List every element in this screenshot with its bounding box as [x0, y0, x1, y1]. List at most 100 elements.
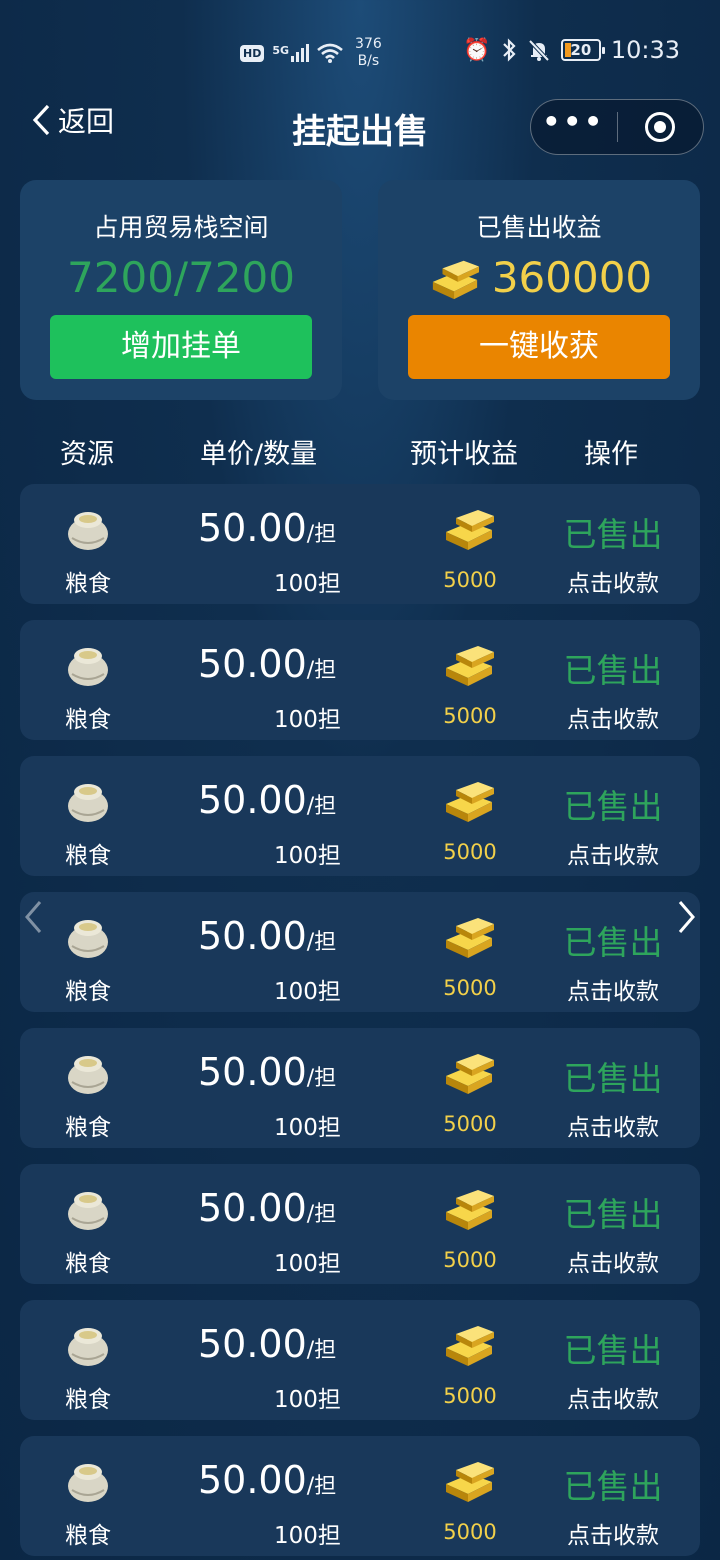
- grain-sack-icon: [68, 648, 108, 686]
- header-earnings: 预计收益: [410, 439, 518, 470]
- sold-status: 已售出: [563, 515, 663, 554]
- unit-price-unit: /担: [306, 1474, 337, 1499]
- gold-ingot-icon: [446, 782, 494, 822]
- signal-icon: 5G: [272, 44, 310, 62]
- expected-earnings: 5000: [443, 568, 497, 592]
- quantity: 100担: [274, 1251, 341, 1277]
- grain-sack-icon: [68, 1192, 108, 1230]
- wifi-icon: [317, 43, 343, 63]
- unit-price-unit: /担: [306, 658, 337, 683]
- unit-price-value: 50.00: [198, 506, 307, 550]
- gold-ingot-icon: [446, 1326, 494, 1366]
- unit-price: 50.00/担: [198, 1050, 336, 1094]
- unit-price: 50.00/担: [198, 506, 336, 550]
- unit-price-value: 50.00: [198, 914, 307, 958]
- grain-sack-icon: [68, 784, 108, 822]
- table-row: 粮食 50.00/担 100担 5000 已售出 点击收款: [20, 756, 700, 876]
- clock: 10:33: [610, 36, 680, 64]
- unit-price-value: 50.00: [198, 1458, 307, 1502]
- sold-earnings-title: 已售出收益: [476, 213, 602, 242]
- grain-sack-icon: [68, 920, 108, 958]
- sold-earnings-value-row: 360000: [378, 252, 700, 304]
- collect-payment-button[interactable]: 点击收款: [550, 700, 676, 734]
- quantity: 100担: [274, 843, 341, 869]
- resource-name: 粮食: [65, 979, 111, 1005]
- trade-space-value: 7200/7200: [67, 253, 295, 302]
- collect-payment-button[interactable]: 点击收款: [550, 972, 676, 1006]
- quantity: 100担: [274, 1115, 341, 1141]
- gold-ingot-icon: [446, 1054, 494, 1094]
- sold-status: 已售出: [563, 1467, 663, 1506]
- bluetooth-icon: [503, 38, 516, 62]
- expected-earnings: 5000: [443, 1384, 497, 1408]
- target-icon: [645, 112, 676, 142]
- unit-price-value: 50.00: [198, 1322, 307, 1366]
- listing-list: 粮食 50.00/担 100担 5000 已售出 点击收款 粮食 50.00/担…: [20, 484, 700, 1560]
- quantity: 100担: [274, 571, 341, 597]
- speed-value: 376: [355, 36, 382, 52]
- grain-sack-icon: [68, 1328, 108, 1366]
- resource-name: 粮食: [65, 707, 111, 733]
- unit-price-unit: /担: [306, 1066, 337, 1091]
- quantity: 100担: [274, 1523, 341, 1549]
- status-right: ⏰ 20 10:33: [463, 36, 680, 64]
- sold-status: 已售出: [563, 1331, 663, 1370]
- collect-payment-button[interactable]: 点击收款: [550, 1108, 676, 1142]
- unit-price-value: 50.00: [198, 1186, 307, 1230]
- header-action: 操作: [584, 439, 638, 470]
- unit-price: 50.00/担: [198, 778, 336, 822]
- trade-space-title: 占用贸易栈空间: [93, 213, 269, 242]
- table-row: 粮食 50.00/担 100担 5000 已售出 点击收款: [20, 1300, 700, 1420]
- expected-earnings: 5000: [443, 704, 497, 728]
- header-price-qty: 单价/数量: [200, 439, 318, 470]
- resource-name: 粮食: [65, 843, 111, 869]
- expected-earnings: 5000: [443, 840, 497, 864]
- unit-price: 50.00/担: [198, 914, 336, 958]
- table-row: 粮食 50.00/担 100担 5000 已售出 点击收款: [20, 892, 700, 1012]
- quantity: 100担: [274, 979, 341, 1005]
- grain-sack-icon: [68, 1056, 108, 1094]
- sold-status: 已售出: [563, 1059, 663, 1098]
- table-row: 粮食 50.00/担 100担 5000 已售出 点击收款: [20, 620, 700, 740]
- more-options-button[interactable]: •••: [531, 108, 617, 142]
- collect-payment-button[interactable]: 点击收款: [550, 1380, 676, 1414]
- sold-status: 已售出: [563, 1195, 663, 1234]
- collect-all-button[interactable]: 一键收获: [408, 315, 670, 379]
- unit-price-unit: /担: [306, 1338, 337, 1363]
- collect-payment-button[interactable]: 点击收款: [550, 564, 676, 598]
- grain-sack-icon: [68, 1464, 108, 1502]
- collect-payment-button[interactable]: 点击收款: [550, 1516, 676, 1550]
- quantity: 100担: [274, 1387, 341, 1413]
- resource-name: 粮食: [65, 1115, 111, 1141]
- gold-ingot-icon: [446, 646, 494, 686]
- close-mini-program-button[interactable]: [618, 112, 704, 142]
- unit-price-unit: /担: [306, 1202, 337, 1227]
- resource-name: 粮食: [65, 1251, 111, 1277]
- sold-status: 已售出: [563, 923, 663, 962]
- unit-price-unit: /担: [306, 794, 337, 819]
- unit-price: 50.00/担: [198, 1322, 336, 1366]
- expected-earnings: 5000: [443, 1112, 497, 1136]
- chevron-left-icon[interactable]: [22, 898, 44, 936]
- add-listing-button[interactable]: 增加挂单: [50, 315, 312, 379]
- mini-program-capsule: •••: [530, 99, 704, 155]
- resource-name: 粮食: [65, 571, 111, 597]
- expected-earnings: 5000: [443, 1520, 497, 1544]
- alarm-icon: ⏰: [463, 37, 491, 63]
- chevron-right-icon[interactable]: [676, 898, 698, 936]
- unit-price: 50.00/担: [198, 1458, 336, 1502]
- collect-payment-button[interactable]: 点击收款: [550, 836, 676, 870]
- expected-earnings: 5000: [443, 976, 497, 1000]
- gold-ingot-icon: [446, 918, 494, 958]
- network-speed: 376 B/s: [355, 36, 382, 70]
- collect-payment-button[interactable]: 点击收款: [550, 1244, 676, 1278]
- header-resource: 资源: [60, 439, 114, 470]
- hd-icon: HD: [240, 44, 265, 62]
- quantity: 100担: [274, 707, 341, 733]
- unit-price-value: 50.00: [198, 778, 307, 822]
- status-left: HD 5G 376 B/s: [240, 36, 382, 70]
- expected-earnings: 5000: [443, 1248, 497, 1272]
- mute-bell-icon: [528, 39, 550, 62]
- sold-earnings-value: 360000: [491, 253, 653, 302]
- unit-price-unit: /担: [306, 930, 337, 955]
